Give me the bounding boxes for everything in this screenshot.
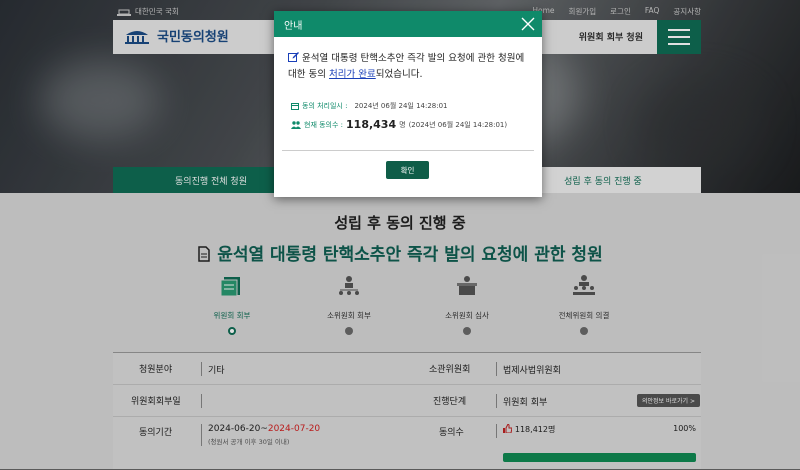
divider [282,150,534,151]
msg-part2: 되었습니다. [375,69,423,80]
modal-message: 윤석열 대통령 탄핵소추안 즉각 발의 요청에 관한 청원에 대한 동의 처리가… [288,51,532,83]
processing-complete-link[interactable]: 처리가 완료 [329,69,376,80]
notice-modal: 안내 윤석열 대통령 탄핵소추안 즉각 발의 요청에 관한 청원에 대한 동의 … [274,11,542,197]
edit-icon [288,52,299,62]
modal-header: 안내 [274,11,542,37]
confirm-button[interactable]: 확인 [386,161,429,179]
count-unit: 명 [399,120,406,129]
count-value: 118,434 [346,118,397,131]
modal-title: 안내 [284,20,303,32]
count-label: 현재 동의수 : [304,120,344,129]
time-label: 동의 처리일시 : [302,102,348,110]
count-time: (2024년 06월 24일 14:28:01) [408,120,508,129]
calendar-icon [291,103,299,110]
processed-time-row: 동의 처리일시 : 2024년 06월 24일 14:28:01 [291,101,448,111]
current-count-row: 현재 동의수 : 118,434 명 (2024년 06월 24일 14:28:… [291,118,507,131]
users-icon [291,120,301,129]
close-icon[interactable] [520,16,536,32]
time-value: 2024년 06월 24일 14:28:01 [354,102,448,110]
